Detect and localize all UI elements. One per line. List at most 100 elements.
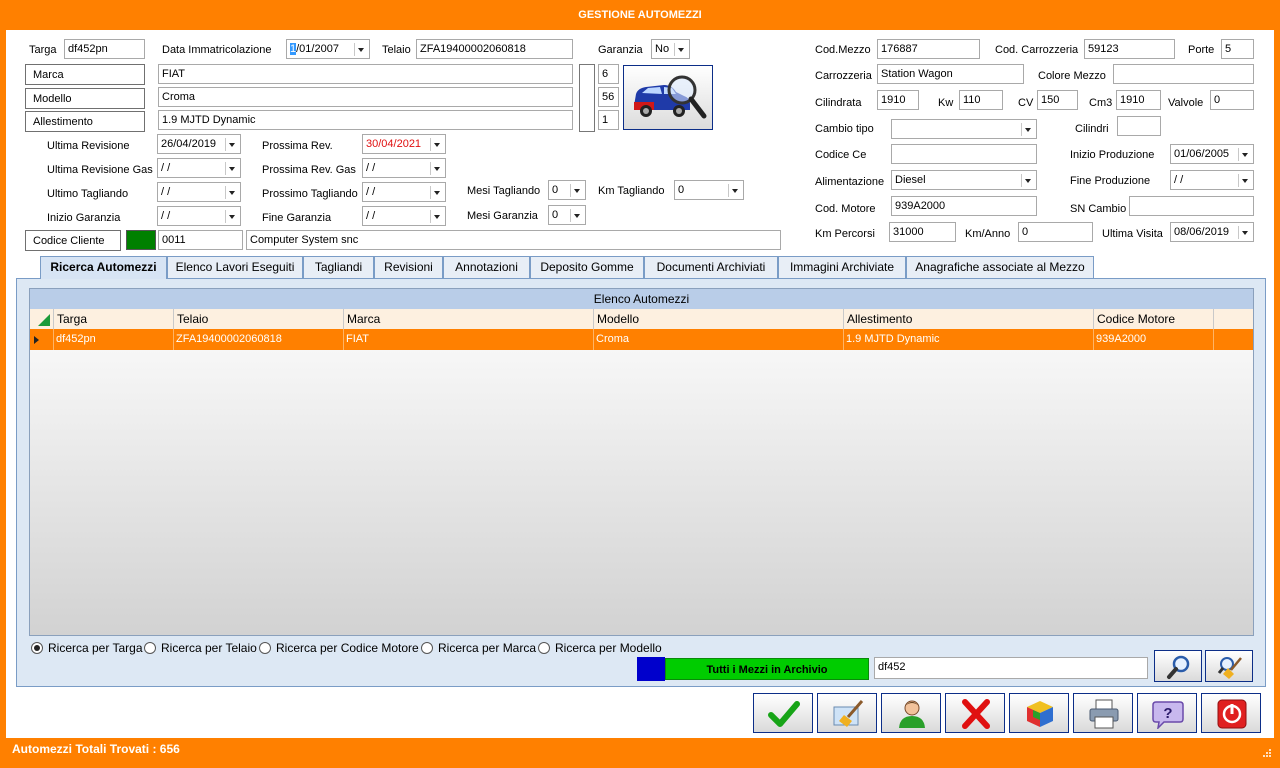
prossimo-tagliando-input[interactable]: / / [362,182,446,202]
radio-ricerca-marca[interactable]: Ricerca per Marca [421,641,536,655]
tab-anagrafiche[interactable]: Anagrafiche associate al Mezzo [906,256,1094,278]
tab-ricerca-automezzi[interactable]: Ricerca Automezzi [40,256,167,279]
exit-button[interactable] [1201,693,1261,733]
clear-search-button[interactable] [1205,650,1253,682]
km-percorsi-input[interactable]: 31000 [889,222,956,242]
sn-cambio-input[interactable] [1129,196,1254,216]
allestimento-input[interactable]: 1.9 MJTD Dynamic [158,110,573,130]
chevron-down-icon[interactable] [1238,174,1251,187]
row-selector[interactable] [30,329,54,350]
clean-button[interactable] [817,693,877,733]
inizio-garanzia-input[interactable]: / / [157,206,241,226]
codice-cliente-input[interactable]: 0011 [158,230,243,250]
radio-ricerca-targa[interactable]: Ricerca per Targa [31,641,143,655]
km-tagliando-select[interactable]: 0 [674,180,744,200]
chevron-down-icon[interactable] [570,184,583,197]
chevron-down-icon[interactable] [225,210,238,223]
tab-annotazioni[interactable]: Annotazioni [443,256,530,278]
radio-ricerca-telaio[interactable]: Ricerca per Telaio [144,641,257,655]
ultima-revisione-input[interactable]: 26/04/2019 [157,134,241,154]
mesi-tagliando-select[interactable]: 0 [548,180,586,200]
chevron-down-icon[interactable] [430,162,443,175]
modello-button[interactable]: Modello [25,88,145,109]
table-cell[interactable]: FIAT [344,329,594,350]
resize-grip-icon[interactable] [1262,748,1272,758]
search-input[interactable]: df452 [874,657,1148,679]
table-cell[interactable]: df452pn [54,329,174,350]
cod-motore-input[interactable]: 939A2000 [891,196,1037,216]
chevron-down-icon[interactable] [430,210,443,223]
chevron-down-icon[interactable] [225,186,238,199]
cod-carrozzeria-input[interactable]: 59123 [1084,39,1175,59]
chevron-down-icon[interactable] [674,43,687,56]
table-cell[interactable]: ZFA19400002060818 [174,329,344,350]
prossima-rev-input[interactable]: 30/04/2021 [362,134,446,154]
tab-tagliandi[interactable]: Tagliandi [303,256,374,278]
chevron-down-icon[interactable] [430,186,443,199]
ultima-revisione-gas-input[interactable]: / / [157,158,241,178]
tab-immagini-archiviate[interactable]: Immagini Archiviate [778,256,906,278]
cilindri-input[interactable] [1117,116,1161,136]
kw-input[interactable]: 110 [959,90,1003,110]
print-button[interactable] [1073,693,1133,733]
ultima-visita-input[interactable]: 08/06/2019 [1170,222,1254,242]
fine-garanzia-input[interactable]: / / [362,206,446,226]
carrozzeria-input[interactable]: Station Wagon [877,64,1024,84]
cliente-nome-input[interactable]: Computer System snc [246,230,781,250]
chevron-down-icon[interactable] [1021,123,1034,136]
ultimo-tagliando-input[interactable]: / / [157,182,241,202]
customer-button[interactable] [881,693,941,733]
targa-input[interactable]: df452pn [64,39,145,59]
tab-deposito-gomme[interactable]: Deposito Gomme [530,256,644,278]
chevron-down-icon[interactable] [225,162,238,175]
chevron-down-icon[interactable] [728,184,741,197]
tab-revisioni[interactable]: Revisioni [374,256,443,278]
confirm-button[interactable] [753,693,813,733]
car-search-button[interactable] [623,65,713,130]
chevron-down-icon[interactable] [430,138,443,151]
garanzia-select[interactable]: No [651,39,690,59]
radio-ricerca-codice-motore[interactable]: Ricerca per Codice Motore [259,641,419,655]
cilindrata-input[interactable]: 1910 [877,90,919,110]
telaio-input[interactable]: ZFA19400002060818 [416,39,573,59]
alimentazione-select[interactable]: Diesel [891,170,1037,190]
table-cell[interactable]: Croma [594,329,844,350]
mesi-garanzia-select[interactable]: 0 [548,205,586,225]
column-header-codice-motore[interactable]: Codice Motore [1094,309,1214,329]
chevron-down-icon[interactable] [354,43,367,56]
cambio-tipo-select[interactable] [891,119,1037,139]
cv-input[interactable]: 150 [1037,90,1078,110]
delete-button[interactable] [945,693,1005,733]
codice-cliente-button[interactable]: Codice Cliente [25,230,121,251]
table-cell[interactable]: 1.9 MJTD Dynamic [844,329,1094,350]
data-immatricolazione-input[interactable]: 1/01/2007 [286,39,370,59]
chevron-down-icon[interactable] [570,209,583,222]
codice-ce-input[interactable] [891,144,1037,164]
vehicles-grid[interactable]: Elenco Automezzi Targa Telaio Marca Mode… [29,288,1254,636]
column-header-marca[interactable]: Marca [344,309,594,329]
table-cell[interactable]: 939A2000 [1094,329,1214,350]
chevron-down-icon[interactable] [1238,226,1251,239]
colore-mezzo-input[interactable] [1113,64,1254,84]
cm3-input[interactable]: 1910 [1116,90,1161,110]
chevron-down-icon[interactable] [225,138,238,151]
column-header-modello[interactable]: Modello [594,309,844,329]
chevron-down-icon[interactable] [1238,148,1251,161]
all-vehicles-button[interactable]: Tutti i Mezzi in Archivio [665,658,869,680]
valvole-input[interactable]: 0 [1210,90,1254,110]
prossima-rev-gas-input[interactable]: / / [362,158,446,178]
marca-input[interactable]: FIAT [158,64,573,84]
cube-button[interactable] [1009,693,1069,733]
tab-elenco-lavori[interactable]: Elenco Lavori Eseguiti [167,256,303,278]
allestimento-button[interactable]: Allestimento [25,111,145,132]
vertical-scrollbar[interactable] [579,64,595,132]
column-header-telaio[interactable]: Telaio [174,309,344,329]
inizio-produzione-input[interactable]: 01/06/2005 [1170,144,1254,164]
km-anno-input[interactable]: 0 [1018,222,1093,242]
porte-input[interactable]: 5 [1221,39,1254,59]
column-header-targa[interactable]: Targa [54,309,174,329]
search-button[interactable] [1154,650,1202,682]
fine-produzione-input[interactable]: / / [1170,170,1254,190]
tab-documenti-archiviati[interactable]: Documenti Archiviati [644,256,778,278]
modello-input[interactable]: Croma [158,87,573,107]
